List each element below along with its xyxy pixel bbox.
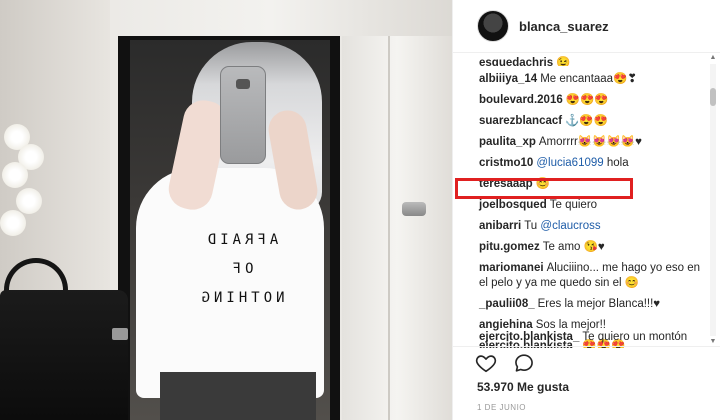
comment-username[interactable]: ejercito.blankista_ [479,331,579,343]
divider [453,346,720,347]
comment-username[interactable]: _paulii08_ [479,298,535,310]
comment-username[interactable]: albiiiya_14 [479,73,537,85]
comment-scrollbar[interactable]: ▲ ▼ [709,54,717,346]
comment-text: 😉 [556,57,571,66]
scroll-thumb[interactable] [710,88,716,106]
post-header: blanca_suarez [453,0,720,52]
comment-text: Te quiero un montón [582,331,688,343]
username-link[interactable]: blanca_suarez [519,19,609,34]
heart-icon[interactable] [475,352,497,374]
comment-list[interactable]: esquedachris 😉 albiiiya_14 Me encantaaa😍❣ … [453,52,707,348]
scroll-up-arrow-icon[interactable]: ▲ [709,54,717,62]
photo-handbag [0,290,128,420]
post-side-panel: blanca_suarez esquedachris 😉 albiiiya_14 M… [452,0,720,420]
comment-item: mariomanei Aluciiino... me hago yo eso en… [479,261,707,291]
comment-mention-link[interactable]: @lucia61099 [536,157,603,169]
comment-item: suarezblancacf ⚓😍😍 [479,114,707,129]
comment-mention-link[interactable]: @claucross [540,220,600,232]
comment-username[interactable]: pitu.gomez [479,241,540,253]
comment-item: pitu.gomez Te amo 😘♥ [479,240,707,255]
comment-username[interactable]: joelbosqued [479,199,547,211]
comment-username[interactable]: esquedachris [479,57,553,66]
comment-text: Amorrrr😻😻😻😻♥ [538,136,642,148]
post-photo: AFRAID OF NOTHING [0,0,452,420]
comment-bubble-icon[interactable] [513,352,535,374]
photo-skirt [160,372,316,420]
avatar[interactable] [477,10,509,42]
comment-text: Te amo 😘♥ [542,241,605,253]
comment-text: Te quiero [549,199,598,211]
highlight-annotation-box [455,178,633,199]
photo-door-handle [402,202,426,216]
photo-shirt-print: AFRAID OF NOTHING [196,226,286,313]
photo-bag-clasp [112,328,128,340]
comment-username[interactable]: cristmo10 [479,157,533,169]
comment-text: ⚓😍😍 [565,115,609,127]
comment-username[interactable]: paulita_xp [479,136,536,148]
photo-flowers [0,118,46,268]
comment-text: hola [606,157,629,169]
comment-text: Me encantaaa😍❣ [540,73,638,85]
like-count[interactable]: 53.970 Me gusta [477,380,569,394]
post-date[interactable]: 1 DE JUNIO [477,403,526,412]
comment-item: _paulii08_ Eres la mejor Blanca!!!♥ [479,297,707,312]
comment-username[interactable]: boulevard.2016 [479,94,563,106]
comment-item: cristmo10 @lucia61099 hola [479,156,707,171]
comment-text: Eres la mejor Blanca!!!♥ [537,298,661,310]
photo-door [342,36,452,420]
comment-text: 😍😍😍 [565,94,609,106]
photo-door-edge [388,36,390,420]
photo-phone [220,66,266,164]
comment-username[interactable]: mariomanei [479,262,544,274]
comment-text: Tu [524,220,538,232]
comment-item: albiiiya_14 Me encantaaa😍❣ [479,72,707,87]
comment-item-highlighted: joelbosqued Te quiero [479,198,707,213]
comment-item: anibarri Tu @claucross [479,219,707,234]
comment-username[interactable]: suarezblancacf [479,115,562,127]
shirt-line: AFRAID [203,232,279,248]
comment-username[interactable]: anibarri [479,220,521,232]
post-actions [475,352,535,374]
scroll-down-arrow-icon[interactable]: ▼ [709,338,717,346]
comment-item: boulevard.2016 😍😍😍 [479,93,707,108]
shirt-line: OF [228,261,254,277]
shirt-line: NOTHING [197,290,285,306]
comment-item: esquedachris 😉 [479,56,707,66]
comment-item: ejercito.blankista_ Te quiero un montón [479,330,707,344]
comment-item: paulita_xp Amorrrr😻😻😻😻♥ [479,135,707,150]
